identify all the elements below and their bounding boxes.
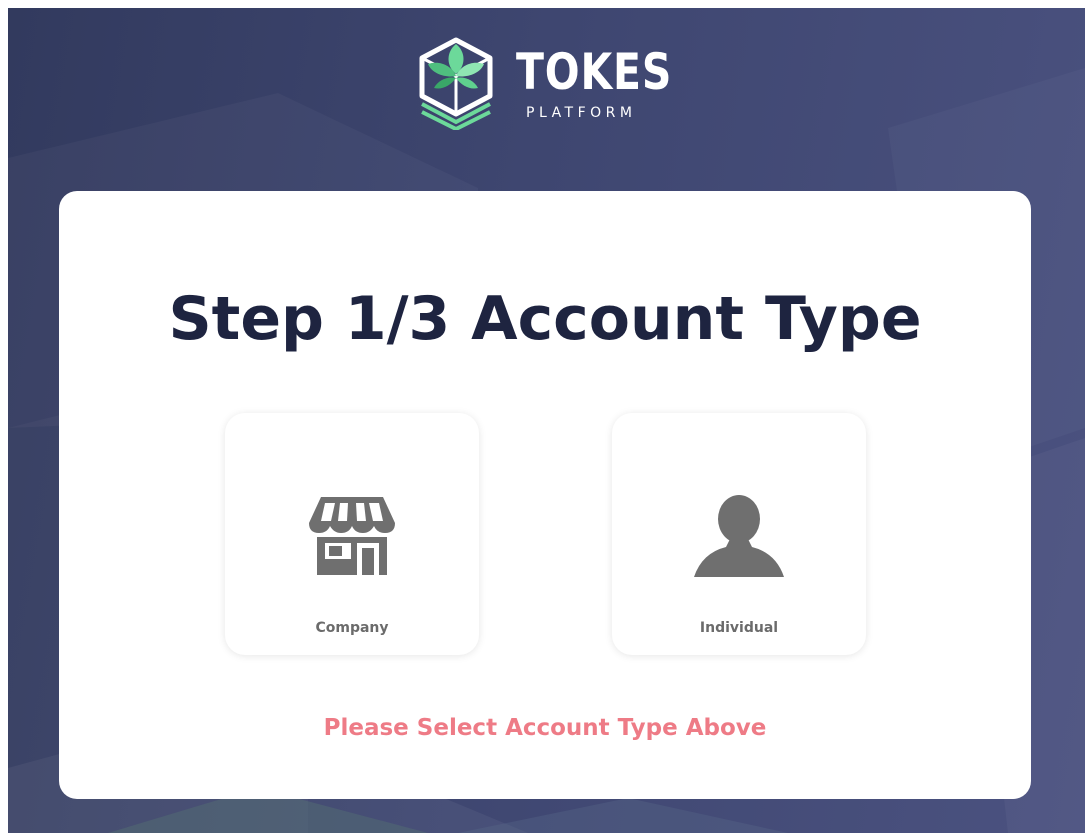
brand-logo[interactable]: TOKES PLATFORM	[416, 36, 678, 132]
account-type-card: Step 1/3 Account Type Company Individual…	[59, 191, 1031, 799]
storefront-icon	[309, 497, 395, 575]
brand-wordmark: TOKES PLATFORM	[516, 42, 678, 128]
cube-leaf-logo-icon	[419, 37, 493, 130]
brand-tagline: PLATFORM	[526, 105, 637, 121]
page-background: TOKES PLATFORM Step 1/3 Account Type Com…	[8, 8, 1085, 833]
company-option-button[interactable]: Company	[225, 413, 479, 655]
individual-option-label: Individual	[699, 620, 779, 636]
page-title: Step 1/3 Account Type	[168, 284, 922, 354]
individual-option-button[interactable]: Individual	[612, 413, 866, 655]
brand-name: TOKES	[516, 43, 673, 101]
person-icon	[694, 495, 784, 577]
selection-hint: Please Select Account Type Above	[323, 715, 767, 741]
company-option-label: Company	[315, 620, 389, 636]
